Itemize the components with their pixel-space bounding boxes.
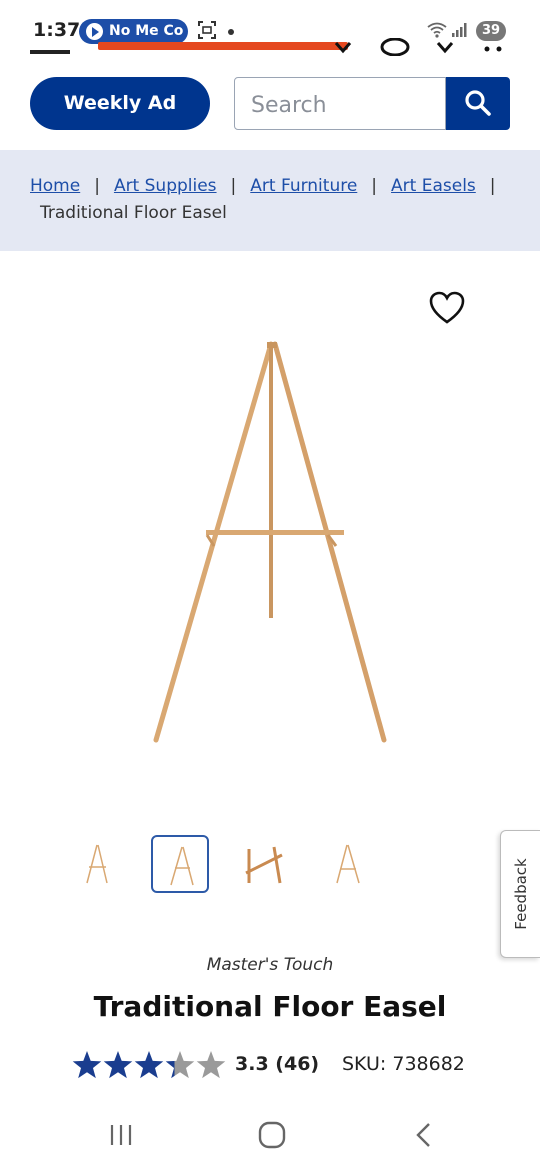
chevron-down-icon[interactable] (436, 40, 454, 54)
thumbnail-3[interactable] (235, 835, 293, 893)
back-icon[interactable] (413, 1122, 433, 1148)
breadcrumb-separator: | (489, 176, 496, 196)
dot-icon (228, 29, 234, 35)
product-sku: SKU: 738682 (342, 1053, 465, 1075)
star-filled-icon (103, 1051, 133, 1079)
heart-outline-icon[interactable] (429, 291, 465, 325)
breadcrumb-current: Traditional Floor Easel (40, 203, 227, 223)
star-rating[interactable] (71, 1049, 231, 1083)
breadcrumb-link-art-supplies[interactable]: Art Supplies (114, 176, 217, 196)
thumbnail-image (170, 846, 194, 886)
rating-value: 3.3 (235, 1053, 269, 1075)
weekly-ad-button[interactable]: Weekly Ad (30, 77, 210, 130)
thumbnail-2[interactable] (151, 835, 209, 893)
thumbnail-1[interactable] (68, 835, 126, 893)
thumbnail-image (336, 844, 360, 884)
search-button[interactable] (446, 77, 510, 130)
product-title: Traditional Floor Easel (93, 990, 447, 1023)
star-filled-icon (72, 1051, 102, 1079)
account-icon[interactable] (380, 38, 410, 56)
thumbnail-image (86, 844, 108, 884)
home-icon[interactable] (258, 1121, 286, 1149)
star-partial-icon (165, 1051, 195, 1079)
review-count: (46) (275, 1053, 320, 1075)
breadcrumb-separator: | (371, 176, 378, 196)
rating-text[interactable]: 3.3 (46) (235, 1053, 319, 1075)
search-input[interactable] (249, 90, 438, 120)
breadcrumb: Home | Art Supplies | Art Furniture | Art Ease… (0, 150, 540, 251)
feedback-label: Feedback (511, 858, 530, 930)
wifi-icon (427, 22, 447, 38)
breadcrumb-separator: | (94, 176, 100, 196)
breadcrumb-separator: | (230, 176, 237, 196)
breadcrumb-link-art-easels[interactable]: Art Easels (391, 176, 476, 196)
star-filled-icon (134, 1051, 164, 1079)
thumbnail-4[interactable] (318, 835, 376, 893)
product-brand[interactable]: Master's Touch (0, 955, 540, 975)
screenshot-icon (198, 21, 216, 39)
hamburger-icon[interactable] (30, 50, 70, 54)
chevron-down-icon[interactable] (334, 40, 352, 54)
more-icon[interactable] (482, 44, 504, 54)
notification-label: No Me Co (109, 23, 184, 39)
breadcrumb-link-art-furniture[interactable]: Art Furniture (250, 176, 357, 196)
site-logo[interactable] (98, 42, 348, 50)
system-nav-bar (0, 1100, 540, 1170)
magnifier-icon (465, 90, 491, 116)
star-empty-icon (196, 1051, 226, 1079)
thumbnail-image (245, 846, 283, 884)
search-box (234, 77, 446, 130)
recents-icon[interactable] (109, 1123, 133, 1147)
signal-icon (452, 23, 467, 37)
site-header-partial (30, 38, 510, 58)
breadcrumb-links: Home | Art Supplies | Art Furniture | Art Ease… (30, 176, 510, 196)
breadcrumb-link-home[interactable]: Home (30, 176, 80, 196)
feedback-tab[interactable]: Feedback (500, 830, 540, 958)
product-image[interactable] (150, 336, 390, 748)
